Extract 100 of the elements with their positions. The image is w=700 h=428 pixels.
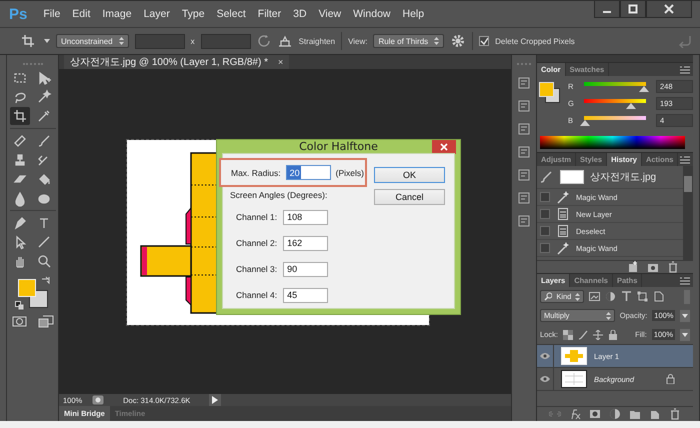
layer-thumbnail bbox=[561, 370, 587, 388]
camera-icon[interactable] bbox=[647, 261, 659, 273]
status-menu-button[interactable] bbox=[209, 394, 222, 406]
menu-item[interactable]: 3D bbox=[293, 8, 307, 20]
menu-item[interactable]: Type bbox=[182, 8, 205, 20]
quick-mask-icon[interactable] bbox=[12, 314, 28, 328]
color-swatches[interactable] bbox=[537, 80, 563, 104]
adjustment-icon[interactable] bbox=[609, 408, 621, 420]
angle-field[interactable]: 162 bbox=[283, 236, 328, 250]
level-icon[interactable] bbox=[276, 34, 293, 48]
stepper-arrows-icon bbox=[575, 292, 580, 300]
delete-cropped-checkbox[interactable] bbox=[479, 36, 490, 46]
slider-thumb[interactable] bbox=[639, 86, 650, 92]
menu-item[interactable]: File bbox=[43, 8, 60, 20]
field-label: Channel 1: bbox=[236, 212, 278, 222]
panel-icon[interactable] bbox=[517, 214, 531, 228]
menu-item[interactable]: Layer bbox=[144, 8, 170, 20]
overlay-dropdown[interactable]: Rule of Thirds bbox=[373, 34, 444, 48]
move-icon[interactable] bbox=[592, 330, 603, 340]
slider-thumb[interactable] bbox=[580, 120, 590, 126]
swap-icon[interactable] bbox=[40, 276, 50, 285]
caret-icon bbox=[682, 332, 688, 336]
angle-field[interactable]: 90 bbox=[283, 262, 328, 276]
trash-icon[interactable] bbox=[667, 261, 679, 273]
menu-item[interactable]: Image bbox=[102, 8, 132, 20]
new-layer-icon[interactable] bbox=[649, 408, 661, 420]
search-icon bbox=[544, 292, 552, 301]
menu-item[interactable]: Edit bbox=[72, 8, 90, 20]
document-icon bbox=[556, 207, 570, 221]
menu-item[interactable]: Window bbox=[353, 8, 390, 20]
effects-icon[interactable] bbox=[569, 408, 581, 420]
brush-icon[interactable] bbox=[578, 330, 588, 340]
close-button[interactable] bbox=[432, 140, 456, 154]
close-button[interactable] bbox=[646, 1, 692, 18]
adjustment-filter-icon[interactable] bbox=[605, 291, 616, 302]
menu-icon[interactable] bbox=[680, 156, 690, 164]
menu-item[interactable]: Select bbox=[216, 8, 246, 20]
times-sign: x bbox=[190, 36, 195, 46]
panel-icon[interactable] bbox=[517, 99, 531, 113]
menu-icon[interactable] bbox=[680, 66, 690, 74]
slider-thumb[interactable] bbox=[626, 103, 636, 109]
stepper-arrows-icon bbox=[434, 37, 440, 45]
export-icon[interactable] bbox=[92, 395, 104, 405]
ratio-dropdown[interactable]: Unconstrained bbox=[56, 34, 129, 48]
eye-icon[interactable] bbox=[539, 352, 551, 360]
menu-icon[interactable] bbox=[680, 276, 690, 284]
field-label: Channel 2: bbox=[236, 238, 278, 248]
width-field[interactable] bbox=[134, 34, 185, 48]
new-document-icon[interactable] bbox=[627, 261, 639, 273]
ok-button[interactable]: OK bbox=[374, 167, 445, 183]
panel-icon[interactable] bbox=[517, 145, 531, 159]
snapshot-name[interactable]: 상자전개도.jpg bbox=[590, 170, 656, 184]
shape-filter-icon[interactable] bbox=[637, 291, 648, 302]
crop-icon[interactable] bbox=[20, 34, 36, 48]
section-label: Screen Angles (Degrees): bbox=[230, 190, 328, 200]
panel-icon[interactable] bbox=[517, 168, 531, 182]
minimize-button[interactable] bbox=[594, 1, 620, 18]
lock-transparency-icon[interactable] bbox=[562, 330, 573, 340]
panel-icon[interactable] bbox=[517, 122, 531, 136]
mask-icon[interactable] bbox=[589, 408, 601, 420]
dialog-title: Color Halftone bbox=[299, 140, 378, 153]
type-filter-icon[interactable] bbox=[621, 291, 632, 302]
lock-icon[interactable] bbox=[608, 330, 618, 340]
rotate-icon[interactable] bbox=[256, 34, 271, 48]
trash-icon[interactable] bbox=[669, 408, 681, 420]
angle-field[interactable]: 45 bbox=[283, 288, 328, 302]
settings-icon[interactable] bbox=[450, 33, 466, 49]
eye-icon[interactable] bbox=[539, 375, 551, 383]
smart-object-filter-icon[interactable] bbox=[653, 291, 664, 302]
play-icon bbox=[212, 396, 218, 404]
field-label: Channel 4: bbox=[236, 290, 278, 300]
panel-icon[interactable] bbox=[517, 76, 531, 90]
crop-icon[interactable] bbox=[10, 107, 30, 125]
fill-dropdown-button[interactable] bbox=[680, 328, 690, 340]
maximize-button[interactable] bbox=[620, 1, 646, 18]
close-icon bbox=[440, 143, 448, 151]
color-swatches[interactable] bbox=[16, 278, 48, 308]
field-label: Channel 3: bbox=[236, 264, 278, 274]
straighten-button[interactable]: Straighten bbox=[298, 36, 336, 46]
screen-mode-icon[interactable] bbox=[38, 314, 54, 328]
angle-field[interactable]: 108 bbox=[283, 210, 328, 224]
default-colors-icon[interactable] bbox=[14, 301, 24, 310]
menu-item[interactable]: Filter bbox=[258, 8, 282, 20]
color-spectrum[interactable] bbox=[540, 136, 685, 149]
cancel-button[interactable]: Cancel bbox=[374, 189, 445, 205]
layer-thumbnail bbox=[561, 347, 587, 365]
height-field[interactable] bbox=[200, 34, 251, 48]
folder-icon[interactable] bbox=[629, 408, 641, 420]
minimize-icon bbox=[603, 11, 611, 13]
unit-label: (Pixels) bbox=[336, 168, 364, 178]
menu-item[interactable]: Help bbox=[402, 8, 424, 20]
scrollbar[interactable] bbox=[683, 166, 693, 260]
image-filter-icon[interactable] bbox=[589, 291, 600, 302]
document-tab[interactable]: 상자전개도.jpg @ 100% (Layer 1, RGB/8#) * × bbox=[64, 55, 290, 69]
caret-icon bbox=[682, 314, 688, 318]
panel-icon[interactable] bbox=[517, 191, 531, 205]
opacity-dropdown-button[interactable] bbox=[680, 310, 690, 322]
caret-icon[interactable] bbox=[44, 39, 50, 43]
max-radius-field[interactable]: 20 bbox=[286, 165, 331, 180]
menu-item[interactable]: View bbox=[318, 8, 342, 20]
